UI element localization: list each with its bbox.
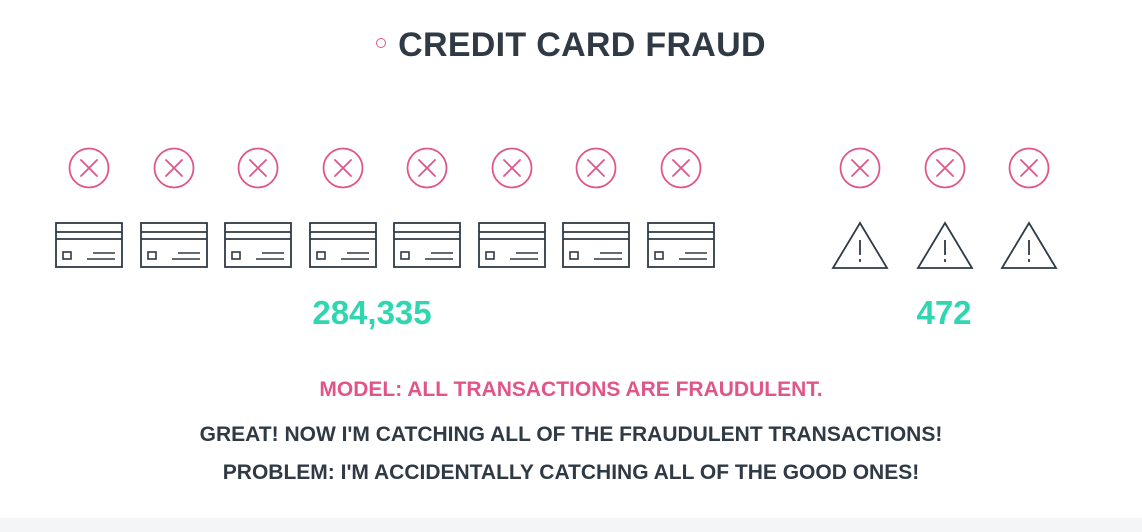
credit-card-icon xyxy=(478,222,546,273)
credit-card-icon xyxy=(562,222,630,273)
x-circle-icon xyxy=(67,146,111,195)
footer-strip xyxy=(0,518,1142,532)
x-circle-icon xyxy=(321,146,365,195)
credit-card-icon xyxy=(224,222,292,273)
x-circle-icon xyxy=(490,146,534,195)
title-bullet-icon xyxy=(376,38,387,49)
warning-triangle-icon xyxy=(916,221,974,276)
title-text: CREDIT CARD FRAUD xyxy=(398,26,766,64)
credit-card-icon xyxy=(55,222,123,273)
warning-triangle-icon xyxy=(1000,221,1058,276)
good-transactions-count: 284,335 xyxy=(312,294,432,331)
model-statement: MODEL: ALL TRANSACTIONS ARE FRAUDULENT. xyxy=(319,378,823,401)
problem-statement: PROBLEM: I'M ACCIDENTALLY CATCHING ALL O… xyxy=(222,461,920,484)
x-circle-icon xyxy=(152,146,196,195)
x-circle-icon xyxy=(659,146,703,195)
page-title: CREDIT CARD FRAUD xyxy=(0,26,1142,65)
x-circle-icon xyxy=(236,146,280,195)
warning-triangle-icon xyxy=(831,221,889,276)
credit-card-icon xyxy=(309,222,377,273)
credit-card-icon xyxy=(393,222,461,273)
fraud-transactions-count: 472 xyxy=(916,294,972,331)
x-circle-icon xyxy=(574,146,618,195)
great-statement: GREAT! NOW I'M CATCHING ALL OF THE FRAUD… xyxy=(199,423,943,446)
credit-card-icon xyxy=(647,222,715,273)
credit-card-icon xyxy=(140,222,208,273)
x-circle-icon xyxy=(1007,146,1051,195)
x-circle-icon xyxy=(838,146,882,195)
x-circle-icon xyxy=(923,146,967,195)
x-circle-icon xyxy=(405,146,449,195)
